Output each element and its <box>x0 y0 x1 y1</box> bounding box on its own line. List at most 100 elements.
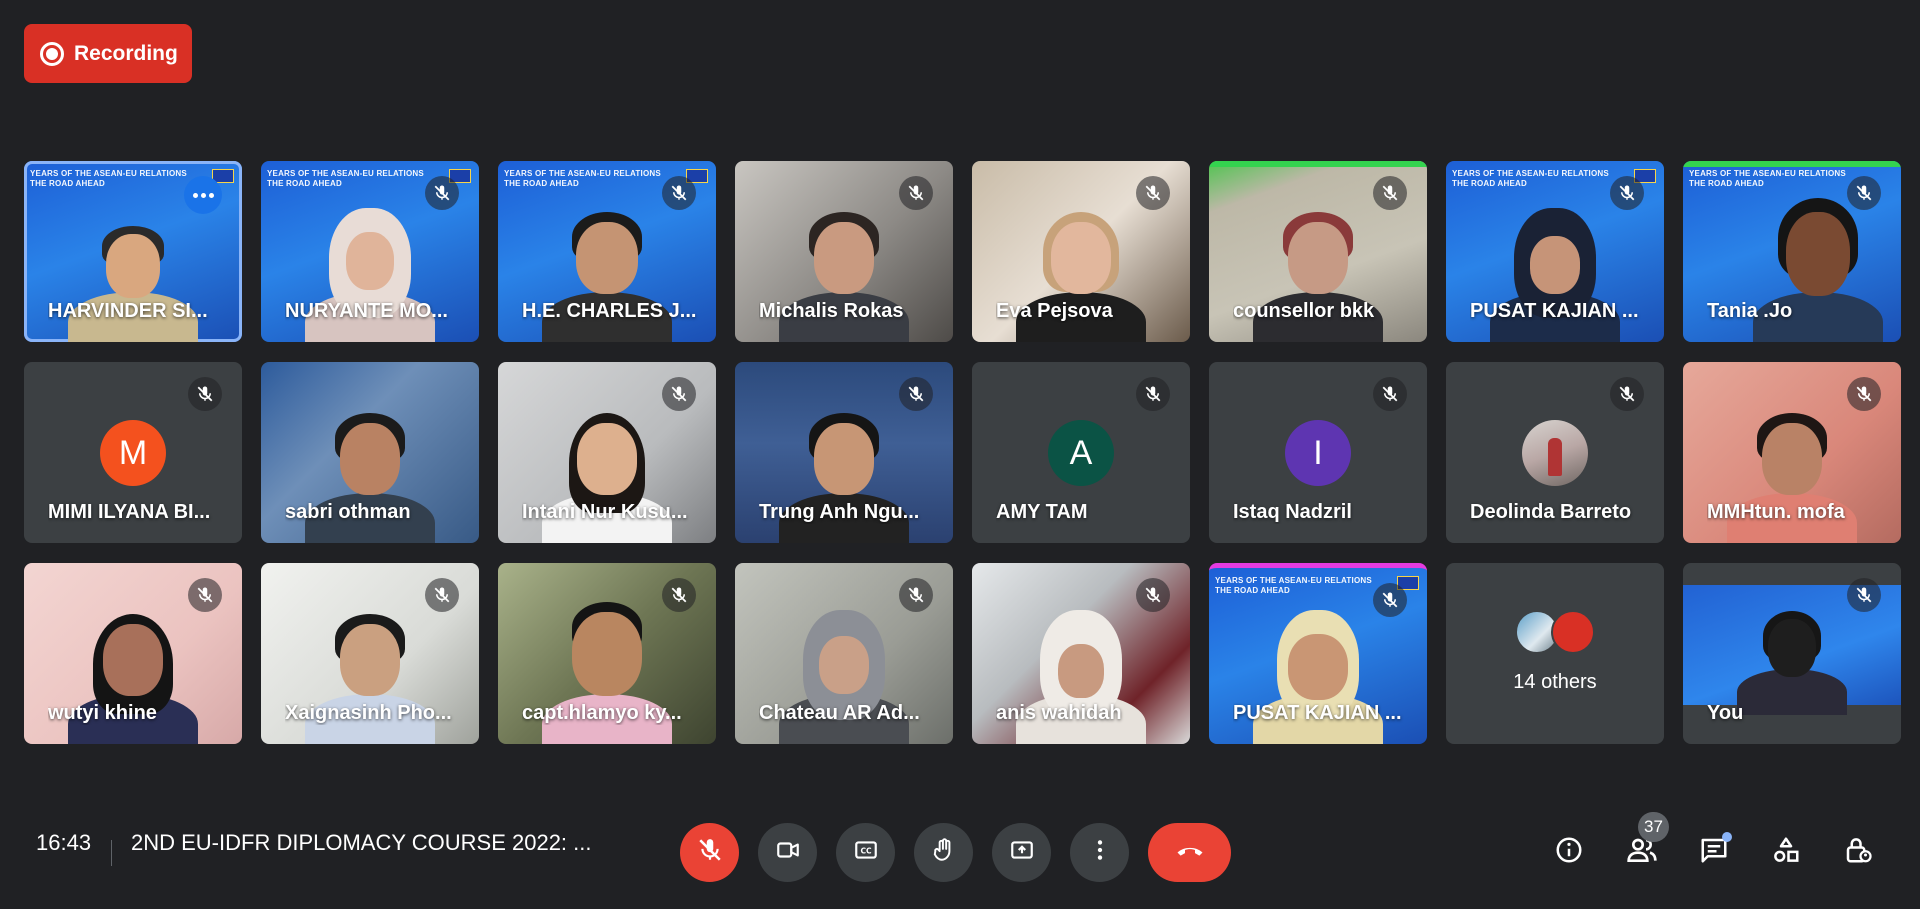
host-controls-button[interactable] <box>1836 830 1880 874</box>
mic-off-icon <box>697 837 723 868</box>
mic-toggle-button[interactable] <box>680 823 739 882</box>
event-banner-text: YEARS OF THE ASEAN-EU RELATIONS THE ROAD … <box>1215 576 1372 595</box>
participant-name: Deolinda Barreto <box>1470 501 1632 523</box>
info-icon <box>1554 835 1584 870</box>
participant-tile[interactable]: counsellor bkk <box>1209 161 1427 342</box>
others-count-label: 14 others <box>1513 671 1597 693</box>
event-banner-text: YEARS OF THE ASEAN-EU RELATIONS THE ROAD … <box>1689 169 1846 188</box>
participant-name: You <box>1707 702 1744 724</box>
mic-off-icon <box>425 176 459 210</box>
activities-button[interactable] <box>1764 830 1808 874</box>
participant-tile[interactable]: YEARS OF THE ASEAN-EU RELATIONS THE ROAD … <box>1209 563 1427 744</box>
mic-off-icon <box>899 176 933 210</box>
mic-off-icon <box>1373 176 1407 210</box>
participant-tile[interactable]: MMHtun. mofa <box>1683 362 1901 543</box>
lock-person-icon <box>1843 835 1873 870</box>
participant-name: capt.hlamyo ky... <box>522 702 682 724</box>
mic-off-icon <box>1847 176 1881 210</box>
mic-off-icon <box>1610 176 1644 210</box>
mic-off-icon <box>188 377 222 411</box>
participant-tile[interactable]: I Istaq Nadzril <box>1209 362 1427 543</box>
phone-hangup-icon <box>1175 835 1205 870</box>
mic-off-icon <box>425 578 459 612</box>
participant-avatar: A <box>1048 420 1114 486</box>
recording-indicator[interactable]: Recording <box>24 24 192 83</box>
participant-avatar: M <box>100 420 166 486</box>
mic-off-icon <box>188 578 222 612</box>
participant-tile[interactable]: A AMY TAM <box>972 362 1190 543</box>
others-tile[interactable]: 14 others <box>1446 563 1664 744</box>
mic-off-icon <box>1136 377 1170 411</box>
participant-tile[interactable]: Trung Anh Ngu... <box>735 362 953 543</box>
participant-tile[interactable]: wutyi khine <box>24 563 242 744</box>
captions-icon: CC <box>853 837 879 868</box>
captions-button[interactable]: CC <box>836 823 895 882</box>
mic-off-icon <box>1136 176 1170 210</box>
participant-name: HARVINDER SI... <box>48 300 208 322</box>
participant-name: Istaq Nadzril <box>1233 501 1352 523</box>
participant-tile[interactable]: Intani Nur Kusu... <box>498 362 716 543</box>
camera-icon <box>775 837 801 868</box>
participant-name: sabri othman <box>285 501 411 523</box>
participant-name: AMY TAM <box>996 501 1088 523</box>
more-options-button[interactable] <box>184 176 222 214</box>
mic-off-icon <box>1136 578 1170 612</box>
participant-tile[interactable]: capt.hlamyo ky... <box>498 563 716 744</box>
mic-off-icon <box>1373 583 1407 617</box>
participant-tile[interactable]: Chateau AR Ad... <box>735 563 953 744</box>
self-tile[interactable]: You <box>1683 563 1901 744</box>
participant-tile[interactable]: YEARS OF THE ASEAN-EU RELATIONS THE ROAD … <box>24 161 242 342</box>
unread-indicator <box>1722 832 1732 842</box>
participant-tile[interactable]: Eva Pejsova <box>972 161 1190 342</box>
divider <box>111 840 112 866</box>
event-banner-text: YEARS OF THE ASEAN-EU RELATIONS THE ROAD … <box>504 169 661 188</box>
participant-name: H.E. CHARLES J... <box>522 300 697 322</box>
event-banner-text: YEARS OF THE ASEAN-EU RELATIONS THE ROAD … <box>1452 169 1609 188</box>
others-avatar-stack <box>1515 610 1595 654</box>
participant-tile[interactable]: YEARS OF THE ASEAN-EU RELATIONS THE ROAD … <box>1446 161 1664 342</box>
participant-name: Xaignasinh Pho... <box>285 702 452 724</box>
participant-tile[interactable]: anis wahidah <box>972 563 1190 744</box>
participant-name: anis wahidah <box>996 702 1122 724</box>
participant-tile[interactable]: YEARS OF THE ASEAN-EU RELATIONS THE ROAD … <box>498 161 716 342</box>
participant-name: Michalis Rokas <box>759 300 904 322</box>
participant-name: NURYANTE MO... <box>285 300 448 322</box>
mic-off-icon <box>1373 377 1407 411</box>
participant-name: wutyi khine <box>48 702 157 724</box>
participant-grid: YEARS OF THE ASEAN-EU RELATIONS THE ROAD … <box>24 161 1901 744</box>
participant-name: Chateau AR Ad... <box>759 702 920 724</box>
present-screen-button[interactable] <box>992 823 1051 882</box>
participant-name: MIMI ILYANA BI... <box>48 501 211 523</box>
participant-name: Intani Nur Kusu... <box>522 501 688 523</box>
participant-avatar-photo <box>1522 420 1588 486</box>
participant-tile[interactable]: YEARS OF THE ASEAN-EU RELATIONS THE ROAD … <box>1683 161 1901 342</box>
recording-label: Recording <box>74 41 178 65</box>
mic-off-icon <box>662 176 696 210</box>
more-vert-icon <box>1087 837 1113 868</box>
raise-hand-icon <box>931 837 957 868</box>
participant-name: Trung Anh Ngu... <box>759 501 920 523</box>
more-options-button[interactable] <box>1070 823 1129 882</box>
raise-hand-button[interactable] <box>914 823 973 882</box>
meeting-info-button[interactable] <box>1547 830 1591 874</box>
activities-icon <box>1771 835 1801 870</box>
participant-tile[interactable]: Michalis Rokas <box>735 161 953 342</box>
mic-off-icon <box>1847 377 1881 411</box>
participant-name: PUSAT KAJIAN ... <box>1233 702 1402 724</box>
leave-call-button[interactable] <box>1148 823 1231 882</box>
meeting-title: 2ND EU-IDFR DIPLOMACY COURSE 2022: ... <box>131 830 592 855</box>
mic-off-icon <box>662 578 696 612</box>
participant-avatar: I <box>1285 420 1351 486</box>
participant-tile[interactable]: sabri othman <box>261 362 479 543</box>
event-banner-text: YEARS OF THE ASEAN-EU RELATIONS THE ROAD … <box>30 169 187 188</box>
participant-count-badge: 37 <box>1638 812 1669 842</box>
mic-off-icon <box>1610 377 1644 411</box>
participant-tile[interactable]: M MIMI ILYANA BI... <box>24 362 242 543</box>
participant-name: MMHtun. mofa <box>1707 501 1845 523</box>
camera-toggle-button[interactable] <box>758 823 817 882</box>
participant-tile[interactable]: Xaignasinh Pho... <box>261 563 479 744</box>
participant-name: counsellor bkk <box>1233 300 1375 322</box>
participant-tile[interactable]: YEARS OF THE ASEAN-EU RELATIONS THE ROAD … <box>261 161 479 342</box>
participant-tile[interactable]: Deolinda Barreto <box>1446 362 1664 543</box>
participant-name: PUSAT KAJIAN ... <box>1470 300 1639 322</box>
